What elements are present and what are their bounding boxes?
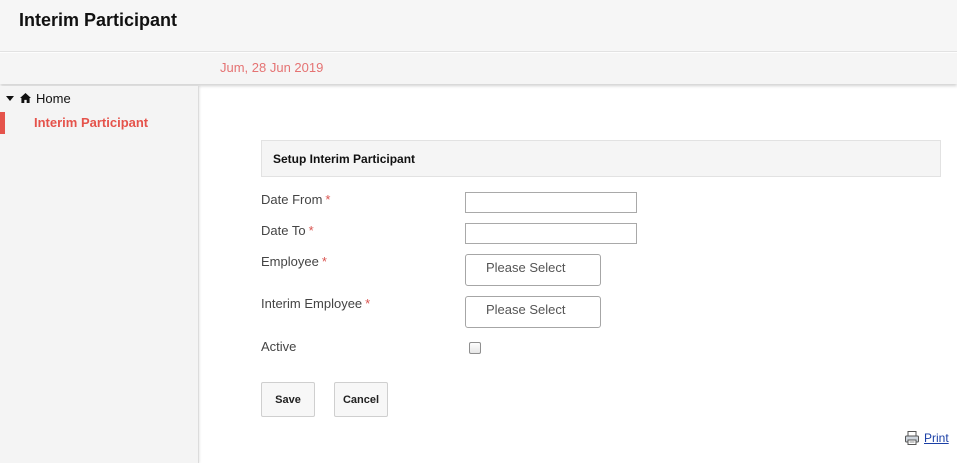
sidebar-item-interim-participant[interactable]: Interim Participant bbox=[0, 112, 199, 134]
employee-label: Employee * bbox=[261, 254, 327, 269]
active-label: Active bbox=[261, 339, 297, 354]
sidebar-item-home-label: Home bbox=[36, 90, 71, 106]
save-button[interactable]: Save bbox=[261, 382, 315, 417]
print-link[interactable]: Print bbox=[905, 431, 949, 445]
date-from-input[interactable] bbox=[465, 192, 637, 213]
top-header: Interim Participant bbox=[0, 0, 957, 52]
date-from-label: Date From * bbox=[261, 192, 331, 207]
print-label[interactable]: Print bbox=[924, 431, 949, 445]
required-mark: * bbox=[308, 223, 314, 238]
sidebar-item-home[interactable]: Home bbox=[6, 90, 71, 106]
required-mark: * bbox=[325, 192, 331, 207]
current-date: Jum, 28 Jun 2019 bbox=[220, 60, 324, 75]
active-checkbox[interactable] bbox=[469, 342, 481, 354]
form-panel-header: Setup Interim Participant bbox=[261, 140, 941, 177]
active-indicator bbox=[0, 112, 5, 134]
caret-down-icon bbox=[6, 95, 14, 101]
page-title: Interim Participant bbox=[19, 10, 178, 30]
date-to-input[interactable] bbox=[465, 223, 637, 244]
interim-employee-label: Interim Employee * bbox=[261, 296, 371, 311]
required-mark: * bbox=[365, 296, 371, 311]
printer-icon bbox=[905, 431, 919, 445]
date-bar: Jum, 28 Jun 2019 bbox=[0, 53, 957, 84]
employee-select[interactable]: Please Select bbox=[465, 254, 601, 286]
sidebar-item-label: Interim Participant bbox=[34, 115, 149, 130]
date-to-label: Date To * bbox=[261, 223, 314, 238]
home-icon bbox=[20, 93, 31, 103]
form-title: Setup Interim Participant bbox=[273, 152, 416, 166]
interim-employee-select[interactable]: Please Select bbox=[465, 296, 601, 328]
cancel-button[interactable]: Cancel bbox=[334, 382, 388, 417]
sidebar: Home Interim Participant bbox=[0, 86, 199, 463]
required-mark: * bbox=[321, 254, 327, 269]
